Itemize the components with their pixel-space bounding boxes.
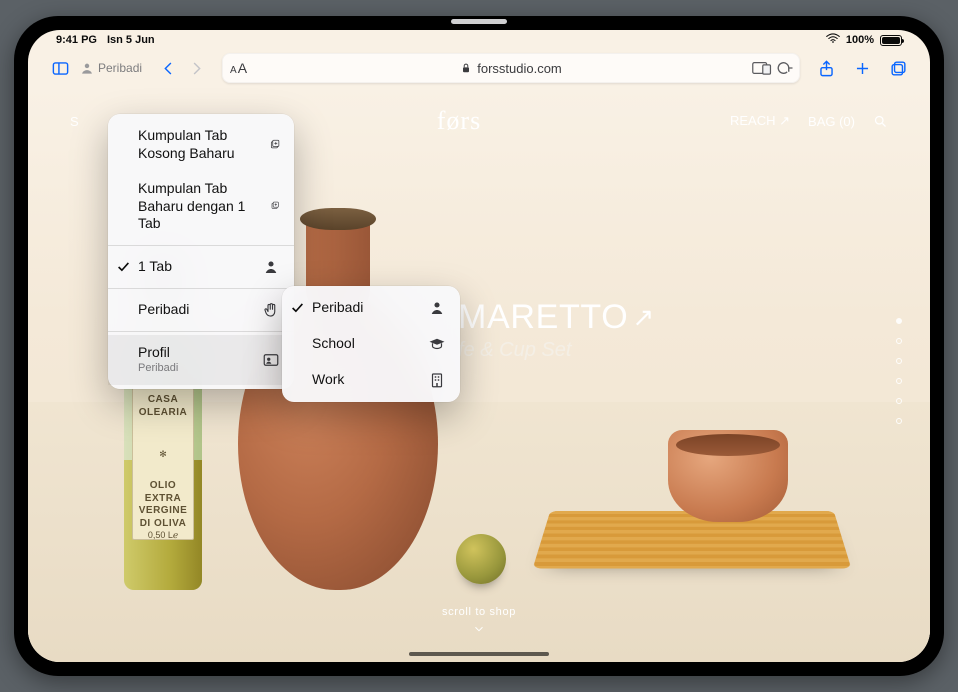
profile-option-work[interactable]: Work xyxy=(282,362,460,398)
bottle-l3: DI OLIVA xyxy=(137,518,189,531)
hero: MARETTO↗ fe & Cup Set xyxy=(458,298,655,362)
screen: 9:41 PG Isn 5 Jun 100% Peribadi xyxy=(28,30,930,662)
checkmark-icon xyxy=(291,302,304,315)
site-brand[interactable]: førs xyxy=(230,106,688,136)
profile-label: Work xyxy=(312,371,344,389)
menu-label: Kumpulan Tab Baharu dengan 1 Tab xyxy=(138,180,258,233)
back-button[interactable] xyxy=(154,54,182,82)
clock: 9:41 PG xyxy=(56,34,97,46)
person-icon xyxy=(262,258,280,276)
building-icon xyxy=(428,371,446,389)
bottle-l2: VERGINE xyxy=(137,505,189,518)
bag-link[interactable]: BAG (0) xyxy=(808,114,855,129)
person-icon xyxy=(428,299,446,317)
hero-subtitle: fe & Cup Set xyxy=(458,339,655,362)
share-button[interactable] xyxy=(812,54,840,82)
bg-cup xyxy=(668,430,788,522)
graduation-cap-icon xyxy=(428,335,446,353)
menu-label: Kumpulan Tab Kosong Baharu xyxy=(138,127,257,162)
reader-aA-button[interactable]: AA xyxy=(230,60,247,76)
menu-sublabel: Peribadi xyxy=(138,362,178,376)
profile-label: School xyxy=(312,335,355,353)
address-bar[interactable]: AA forsstudio.com xyxy=(222,53,800,83)
reach-link[interactable]: REACH ↗ xyxy=(730,113,790,129)
bottle-l4: 0,50 Lℯ xyxy=(137,530,189,541)
status-bar: 9:41 PG Isn 5 Jun 100% xyxy=(28,30,930,48)
bottle-brand: CASA OLEARIA xyxy=(137,394,189,419)
scroll-cue-label: scroll to shop xyxy=(442,606,516,618)
new-tab-button[interactable] xyxy=(848,54,876,82)
profile-option-school[interactable]: School xyxy=(282,326,460,362)
menu-profile[interactable]: Profil Peribadi xyxy=(108,335,294,385)
status-date: Isn 5 Jun xyxy=(107,34,155,46)
menu-new-group-with-tab[interactable]: Kumpulan Tab Baharu dengan 1 Tab xyxy=(108,171,294,242)
ipad-frame: 9:41 PG Isn 5 Jun 100% Peribadi xyxy=(14,16,944,676)
tabs-overview-button[interactable] xyxy=(884,54,912,82)
checkmark-icon xyxy=(117,260,130,273)
menu-new-empty-group[interactable]: Kumpulan Tab Kosong Baharu xyxy=(108,118,294,171)
home-indicator[interactable] xyxy=(409,652,549,656)
profile-card-icon xyxy=(262,351,280,369)
device-pill xyxy=(451,19,507,24)
url-host: forsstudio.com xyxy=(477,61,562,76)
tab-groups-menu: Kumpulan Tab Kosong Baharu Kumpulan Tab … xyxy=(108,114,294,389)
profile-indicator-label: Peribadi xyxy=(98,61,142,75)
menu-private[interactable]: Peribadi xyxy=(108,292,294,328)
bottle-l1: OLIO EXTRA xyxy=(137,480,189,505)
tab-group-plus-icon xyxy=(270,197,280,215)
bg-cloth xyxy=(533,511,852,569)
menu-label: Profil xyxy=(138,344,170,360)
menu-label: 1 Tab xyxy=(138,258,172,276)
hero-title: MARETTO xyxy=(458,298,628,337)
hand-icon xyxy=(262,301,280,319)
page-dots[interactable] xyxy=(896,318,902,424)
battery-icon xyxy=(880,35,902,46)
search-icon[interactable] xyxy=(873,114,888,129)
profile-label: Peribadi xyxy=(312,299,363,317)
profile-option-peribadi[interactable]: Peribadi xyxy=(282,290,460,326)
lock-icon xyxy=(460,62,472,74)
reload-button[interactable] xyxy=(776,59,794,77)
tab-group-plus-icon xyxy=(269,136,280,154)
profiles-submenu: Peribadi School Work xyxy=(282,286,460,402)
bg-fruit xyxy=(456,534,506,584)
scroll-cue[interactable]: scroll to shop xyxy=(442,606,516,636)
profile-indicator[interactable]: Peribadi xyxy=(80,61,142,75)
wifi-icon xyxy=(826,33,840,47)
extensions-icon[interactable] xyxy=(752,60,772,76)
safari-toolbar: Peribadi AA forsstudio.com xyxy=(28,48,930,88)
menu-one-tab[interactable]: 1 Tab xyxy=(108,249,294,285)
sidebar-toggle-button[interactable] xyxy=(46,54,74,82)
menu-label: Peribadi xyxy=(138,301,189,319)
forward-button[interactable] xyxy=(182,54,210,82)
battery-pct: 100% xyxy=(846,34,874,46)
